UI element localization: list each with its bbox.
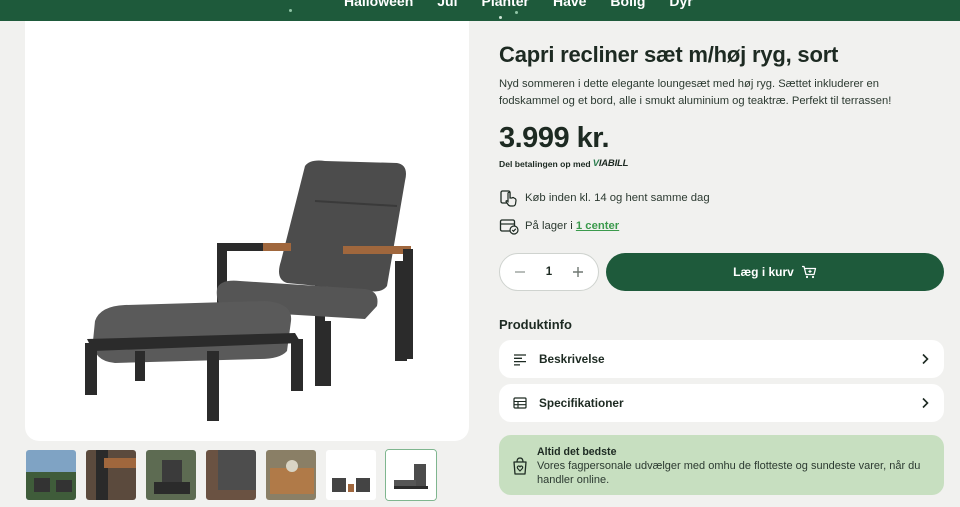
- increase-quantity-button[interactable]: [571, 265, 585, 279]
- thumbnail-image: [386, 450, 436, 500]
- viabill-info[interactable]: Del betalingen op med VIABILL: [499, 158, 628, 169]
- pickup-text: Køb inden kl. 14 og hent samme dag: [525, 192, 710, 204]
- product-description: Nyd sommeren i dette elegante loungesæt …: [499, 78, 892, 107]
- accordion-description[interactable]: Beskrivelse: [499, 340, 944, 378]
- decor-dot: [499, 16, 502, 19]
- viabill-logo-text: IABILL: [598, 158, 629, 169]
- decor-dot: [515, 11, 518, 14]
- quality-promise-banner: Altid det bedste Vores fagpersonale udvæ…: [499, 435, 944, 495]
- thumbnail-6[interactable]: [325, 449, 377, 501]
- pickup-info: Køb inden kl. 14 og hent samme dag: [499, 188, 710, 208]
- thumbnail-1[interactable]: [25, 449, 77, 501]
- thumbnail-strip: [25, 449, 437, 501]
- product-price: 3.999 kr.: [499, 122, 610, 154]
- hand-click-icon: [500, 190, 517, 207]
- viabill-prefix: Del betalingen op med: [499, 158, 591, 169]
- add-to-cart-label: Læg i kurv: [733, 265, 794, 279]
- thumbnail-image: [86, 450, 136, 500]
- thumbnail-image: [146, 450, 196, 500]
- nav-items: Halloween Jul Planter Have Bolig Dyr: [344, 0, 693, 9]
- stock-prefix: På lager i: [525, 220, 576, 232]
- quantity-value[interactable]: 1: [546, 266, 552, 278]
- decrease-quantity-button[interactable]: [513, 265, 527, 279]
- chevron-right-icon: [922, 397, 929, 409]
- thumbnail-7[interactable]: [385, 449, 437, 501]
- top-navigation: Halloween Jul Planter Have Bolig Dyr: [0, 0, 960, 21]
- nav-item-have[interactable]: Have: [553, 0, 586, 9]
- product-title: Capri recliner sæt m/høj ryg, sort: [499, 42, 839, 67]
- quantity-stepper: 1: [499, 253, 599, 291]
- thumbnail-image: [266, 450, 316, 500]
- thumbnail-5[interactable]: [265, 449, 317, 501]
- accordion-specifications[interactable]: Specifikationer: [499, 384, 944, 422]
- stock-info: På lager i 1 center: [499, 216, 619, 236]
- recliner-set-illustration: [85, 160, 413, 421]
- text-lines-icon: [514, 354, 526, 366]
- store-check-icon: [499, 219, 519, 235]
- main-product-image[interactable]: [25, 21, 469, 441]
- promo-text: Altid det bedste Vores fagpersonale udvæ…: [537, 445, 927, 495]
- minus-icon: [515, 271, 525, 273]
- stock-text: På lager i 1 center: [525, 220, 619, 232]
- nav-item-planter[interactable]: Planter: [481, 0, 528, 9]
- stock-center-link[interactable]: 1 center: [576, 220, 619, 232]
- promo-body: Vores fagpersonale udvælger med omhu de …: [537, 460, 921, 486]
- nav-item-jul[interactable]: Jul: [437, 0, 457, 9]
- chevron-right-icon: [922, 353, 929, 365]
- thumbnail-2[interactable]: [85, 449, 137, 501]
- accordion-description-label: Beskrivelse: [539, 352, 605, 366]
- product-info-heading: Produktinfo: [499, 317, 572, 332]
- table-icon: [513, 397, 527, 409]
- plus-icon: [573, 267, 583, 277]
- thumbnail-image: [326, 450, 376, 500]
- thumbnail-3[interactable]: [145, 449, 197, 501]
- add-to-cart-button[interactable]: Læg i kurv: [606, 253, 944, 291]
- nav-item-halloween[interactable]: Halloween: [344, 0, 413, 9]
- heart-bag-icon: [513, 457, 527, 475]
- viabill-logo: VIABILL: [593, 158, 629, 169]
- accordion-specifications-label: Specifikationer: [539, 396, 624, 410]
- nav-item-dyr[interactable]: Dyr: [669, 0, 692, 9]
- nav-item-bolig[interactable]: Bolig: [610, 0, 645, 9]
- cart-plus-icon: [801, 265, 816, 279]
- decor-dot: [289, 9, 292, 12]
- thumbnail-image: [26, 450, 76, 500]
- promo-title: Altid det bedste: [537, 446, 617, 458]
- thumbnail-4[interactable]: [205, 449, 257, 501]
- thumbnail-image: [206, 450, 256, 500]
